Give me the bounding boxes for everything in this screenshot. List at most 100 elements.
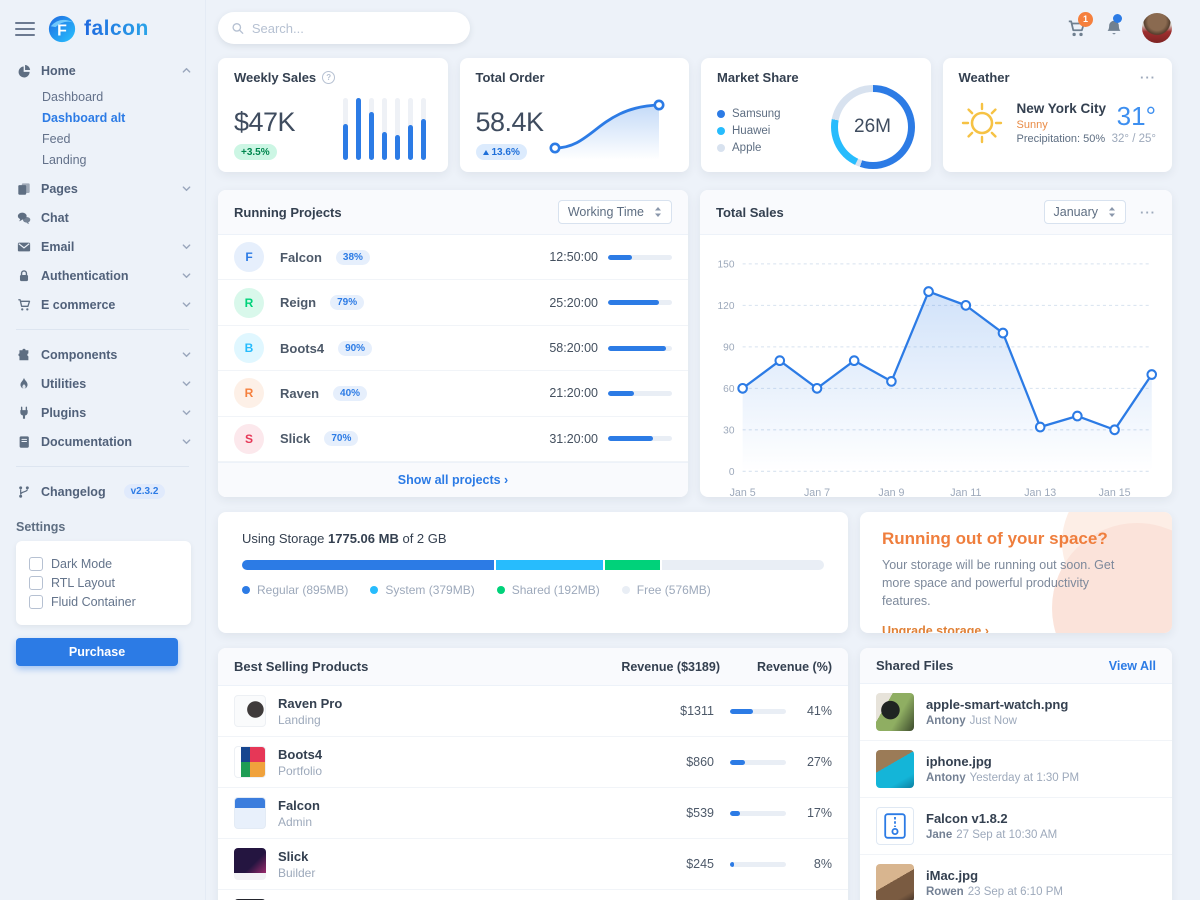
sidebar-item-label: E commerce bbox=[41, 298, 115, 312]
product-thumbnail bbox=[234, 695, 266, 727]
brand-name: falcon bbox=[84, 17, 149, 41]
project-avatar: F bbox=[234, 242, 264, 272]
weather-condition: Sunny bbox=[1017, 119, 1107, 131]
checkbox-rtl-layout[interactable]: RTL Layout bbox=[29, 576, 178, 590]
show-all-projects-link[interactable]: Show all projects › bbox=[398, 473, 508, 487]
checkbox-box[interactable] bbox=[29, 576, 43, 590]
svg-text:120: 120 bbox=[718, 301, 735, 312]
space-heading: Running out of your space? bbox=[882, 529, 1150, 549]
project-avatar: R bbox=[234, 288, 264, 318]
sidebar-item-authentication[interactable]: Authentication bbox=[0, 261, 205, 290]
updown-caret-icon bbox=[654, 206, 662, 218]
svg-text:150: 150 bbox=[718, 259, 735, 270]
best-selling-list: Raven ProLanding$131141%Boots4Portfolio$… bbox=[218, 686, 848, 900]
settings-card: Dark Mode RTL Layout Fluid Container bbox=[16, 541, 191, 625]
project-name: Reign bbox=[280, 295, 316, 310]
checkbox-box[interactable] bbox=[29, 595, 43, 609]
chevron-down-icon bbox=[182, 437, 191, 446]
product-name: Raven Pro bbox=[278, 696, 342, 711]
project-progress-bar bbox=[608, 346, 672, 351]
purchase-button[interactable]: Purchase bbox=[16, 638, 178, 666]
caret-up-icon bbox=[483, 150, 489, 155]
project-row-raven: RRaven40%21:20:00 bbox=[218, 371, 688, 416]
chevron-down-icon bbox=[182, 271, 191, 280]
running-projects-title: Running Projects bbox=[234, 205, 342, 220]
checkbox-fluid-container[interactable]: Fluid Container bbox=[29, 595, 178, 609]
sidebar-item-plugins[interactable]: Plugins bbox=[0, 398, 205, 427]
revenue-pct-column-header: Revenue (%) bbox=[720, 660, 832, 674]
hamburger-menu-icon[interactable] bbox=[15, 18, 35, 40]
project-name: Slick bbox=[280, 431, 310, 446]
sidebar-subitem-dashboard-alt[interactable]: Dashboard alt bbox=[0, 107, 205, 128]
file-name: Falcon v1.8.2 bbox=[926, 811, 1057, 826]
plug-icon bbox=[16, 406, 31, 420]
view-all-link[interactable]: View All bbox=[1109, 659, 1156, 673]
project-progress-badge: 70% bbox=[324, 431, 358, 446]
sidebar-subitem-landing[interactable]: Landing bbox=[0, 149, 205, 170]
storage-bar bbox=[242, 560, 824, 570]
storage-legend: Regular (895MB)System (379MB)Shared (192… bbox=[242, 583, 824, 597]
settings-heading: Settings bbox=[16, 520, 205, 534]
product-row bbox=[218, 890, 848, 900]
sidebar-item-label: Email bbox=[41, 240, 74, 254]
brand-logo[interactable]: F falcon bbox=[47, 14, 149, 44]
product-name: Falcon bbox=[278, 798, 320, 813]
sidebar-item-chat[interactable]: Chat bbox=[0, 203, 205, 232]
sidebar-submenu: DashboardDashboard altFeedLanding bbox=[0, 85, 205, 174]
sidebar-item-home[interactable]: Home bbox=[0, 56, 205, 85]
project-time: 12:50:00 bbox=[549, 250, 598, 264]
sidebar-item-label: Utilities bbox=[41, 377, 86, 391]
chevron-down-icon bbox=[182, 408, 191, 417]
sidebar-item-utilities[interactable]: Utilities bbox=[0, 369, 205, 398]
mini-bar bbox=[369, 98, 374, 160]
cart-button[interactable]: 1 bbox=[1067, 19, 1086, 38]
sidebar-item-label: Pages bbox=[41, 182, 78, 196]
product-revenue-pct: 27% bbox=[796, 755, 832, 769]
project-row-falcon: FFalcon38%12:50:00 bbox=[218, 235, 688, 280]
sidebar-subitem-feed[interactable]: Feed bbox=[0, 128, 205, 149]
file-row-imac-jpg[interactable]: iMac.jpgRowen23 Sep at 6:10 PM bbox=[860, 855, 1172, 900]
svg-text:Jan 9: Jan 9 bbox=[878, 487, 904, 499]
product-thumbnail bbox=[234, 797, 266, 829]
search-input[interactable] bbox=[252, 21, 456, 36]
checkbox-dark-mode[interactable]: Dark Mode bbox=[29, 557, 178, 571]
storage-segment bbox=[496, 560, 603, 570]
bottom-row: Best Selling Products Revenue ($3189) Re… bbox=[218, 648, 1172, 900]
sidebar-item-label: Components bbox=[41, 348, 117, 362]
search-box[interactable] bbox=[218, 12, 470, 44]
sidebar-subitem-dashboard[interactable]: Dashboard bbox=[0, 86, 205, 107]
product-revenue: $1311 bbox=[604, 704, 714, 718]
weather-menu-icon[interactable]: ··· bbox=[1140, 70, 1156, 85]
product-category: Landing bbox=[278, 713, 342, 727]
sidebar-item-e-commerce[interactable]: E commerce bbox=[0, 290, 205, 319]
space-body-text: Your storage will be running out soon. G… bbox=[882, 556, 1122, 610]
comments-icon bbox=[16, 211, 31, 225]
sidebar-item-components[interactable]: Components bbox=[0, 340, 205, 369]
working-time-select[interactable]: Working Time bbox=[558, 200, 672, 224]
product-revenue: $245 bbox=[604, 857, 714, 871]
product-revenue: $860 bbox=[604, 755, 714, 769]
sidebar-nav: HomeDashboardDashboard altFeedLanding Pag… bbox=[0, 56, 205, 506]
month-select[interactable]: January bbox=[1044, 200, 1126, 224]
checkbox-box[interactable] bbox=[29, 557, 43, 571]
notifications-button[interactable] bbox=[1105, 19, 1123, 37]
user-avatar[interactable] bbox=[1142, 13, 1172, 43]
sidebar-item-documentation[interactable]: Documentation bbox=[0, 427, 205, 456]
project-row-slick: SSlick70%31:20:00 bbox=[218, 417, 688, 462]
sidebar: F falcon HomeDashboardDashboard altFeedL… bbox=[0, 0, 206, 900]
help-icon[interactable]: ? bbox=[322, 71, 335, 84]
sidebar-item-pages[interactable]: Pages bbox=[0, 174, 205, 203]
mid-row: Running Projects Working Time FFalcon38%… bbox=[218, 190, 1172, 497]
upgrade-storage-link[interactable]: Upgrade storage › bbox=[882, 624, 989, 633]
product-category: Admin bbox=[278, 815, 320, 829]
total-sales-menu-icon[interactable]: ··· bbox=[1140, 205, 1156, 220]
file-row-falcon-v1-8-2[interactable]: Falcon v1.8.2Jane27 Sep at 10:30 AM bbox=[860, 798, 1172, 855]
mini-bar bbox=[343, 98, 348, 160]
file-row-apple-smart-watch-png[interactable]: apple-smart-watch.pngAntonyJust Now bbox=[860, 684, 1172, 741]
weekly-sales-card: Weekly Sales ? $47K +3.5% bbox=[218, 58, 448, 172]
weekly-sales-bar-chart bbox=[343, 98, 426, 160]
file-row-iphone-jpg[interactable]: iphone.jpgAntonyYesterday at 1:30 PM bbox=[860, 741, 1172, 798]
sidebar-item-changelog[interactable]: Changelogv2.3.2 bbox=[0, 477, 205, 506]
sidebar-item-email[interactable]: Email bbox=[0, 232, 205, 261]
mini-bar bbox=[395, 98, 400, 160]
